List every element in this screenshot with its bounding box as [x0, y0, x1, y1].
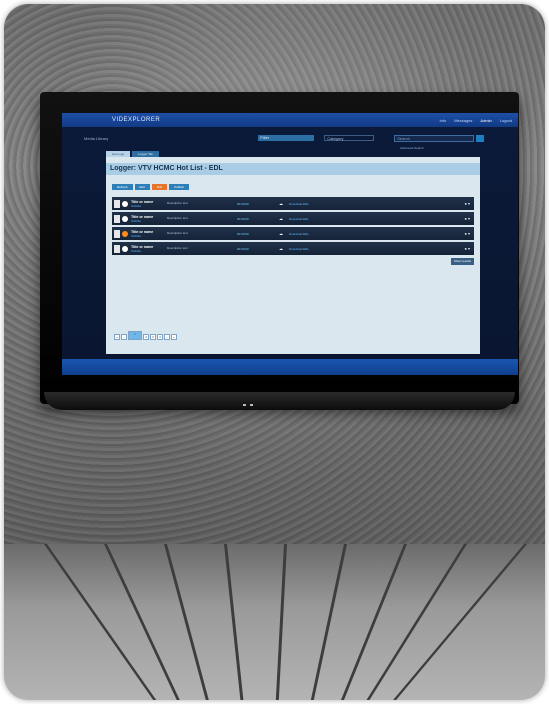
- floor-plank: [335, 544, 407, 700]
- status-dot-icon: [122, 230, 128, 237]
- row-subtitle: Subtitle: [131, 233, 142, 238]
- filter-select[interactable]: Filter: [258, 135, 315, 141]
- topbar-item-messages[interactable]: Messages: [454, 118, 472, 123]
- row-actions-icon[interactable]: ● ▾: [464, 216, 470, 221]
- publish-button[interactable]: Publish: [169, 184, 190, 190]
- row-timecode: 00:00:00: [237, 216, 249, 221]
- row-title-text: Title or name: [131, 199, 154, 204]
- floor-plank: [44, 544, 167, 700]
- download-link[interactable]: Download EDL: [289, 217, 309, 221]
- logger-panel: Logger: VTV HCMC Hot List - EDL Refresh …: [106, 157, 480, 354]
- page-first-button[interactable]: «: [114, 334, 120, 340]
- row-timecode: 00:00:00: [237, 246, 249, 251]
- floor-plank: [224, 544, 245, 700]
- page-button[interactable]: 2: [143, 334, 149, 340]
- thumbnail: [114, 214, 120, 223]
- cloud-icon[interactable]: ☁: [279, 201, 283, 206]
- row-actions-icon[interactable]: ● ▾: [464, 231, 470, 236]
- floor-plank: [104, 544, 187, 700]
- cloud-icon[interactable]: ☁: [279, 231, 283, 236]
- page-prev-button[interactable]: ‹: [121, 334, 127, 340]
- table-row[interactable]: Title or name Subtitle Description text 0…: [112, 227, 474, 240]
- toolbar: Refresh Edit Sort Publish: [112, 184, 191, 190]
- user-menu[interactable]: Admin: [480, 118, 491, 123]
- row-title: Title or name Subtitle: [131, 200, 161, 208]
- floor-plank: [307, 544, 347, 700]
- app-topbar: VIDEXPLORER Info Messages Admin Logout: [62, 113, 518, 127]
- download-link[interactable]: Download EDL: [289, 232, 309, 236]
- page-next-button[interactable]: ›: [164, 334, 170, 340]
- sort-button[interactable]: Sort: [151, 184, 168, 190]
- advanced-search-link[interactable]: Advanced Search: [400, 146, 424, 150]
- library-label: Media Library: [84, 135, 109, 141]
- row-timecode: 00:00:00: [237, 231, 249, 236]
- table-row[interactable]: Title or name Subtitle Description text 0…: [112, 197, 474, 210]
- page-current-button[interactable]: 1: [128, 331, 142, 340]
- app-brand: VIDEXPLORER: [112, 117, 161, 123]
- row-description: Description text: [167, 230, 188, 235]
- status-dot-icon: [122, 245, 128, 252]
- row-title-text: Title or name: [131, 214, 154, 219]
- page-title: Logger: VTV HCMC Hot List - EDL: [106, 163, 480, 175]
- row-description: Description text: [167, 215, 188, 220]
- row-title-text: Title or name: [131, 244, 154, 249]
- row-title: Title or name Subtitle: [131, 230, 161, 238]
- app-footer: [62, 359, 518, 375]
- row-timecode: 00:00:00: [237, 201, 249, 206]
- thumbnail: [114, 244, 120, 253]
- filter-bar: Media Library Filter Category Search: [62, 131, 518, 145]
- table-row[interactable]: Title or name Subtitle Description text 0…: [112, 212, 474, 225]
- thumbnail: [114, 229, 120, 238]
- row-subtitle: Subtitle: [131, 218, 142, 223]
- refresh-button[interactable]: Refresh: [112, 184, 133, 190]
- topbar-item-info[interactable]: Info: [440, 118, 447, 123]
- floor-plank: [381, 544, 527, 700]
- topbar-item-logout[interactable]: Logout: [500, 118, 512, 123]
- table-row[interactable]: Title or name Subtitle Description text 0…: [112, 242, 474, 255]
- row-actions-icon[interactable]: ● ▾: [464, 246, 470, 251]
- row-actions-icon[interactable]: ● ▾: [464, 201, 470, 206]
- tv-led-icon: [243, 404, 246, 406]
- row-title: Title or name Subtitle: [131, 245, 161, 253]
- row-title: Title or name Subtitle: [131, 215, 161, 223]
- thumbnail: [114, 199, 120, 208]
- floor-plank: [275, 544, 287, 700]
- download-link[interactable]: Download EDL: [289, 202, 309, 206]
- search-input[interactable]: Search: [394, 134, 475, 142]
- show-results-button[interactable]: Show results: [450, 258, 474, 265]
- page-button[interactable]: 4: [157, 334, 163, 340]
- cloud-icon[interactable]: ☁: [279, 246, 283, 251]
- tv-bottom-bezel: [44, 392, 515, 410]
- floor-plank: [164, 544, 213, 700]
- pagination: « ‹ 1 2 3 4 › »: [114, 331, 178, 340]
- search-button[interactable]: [476, 134, 485, 142]
- category-select[interactable]: Category: [324, 135, 375, 141]
- tv-led-icon: [250, 404, 253, 406]
- page-last-button[interactable]: »: [171, 334, 177, 340]
- row-description: Description text: [167, 245, 188, 250]
- edit-button[interactable]: Edit: [134, 184, 150, 190]
- page-button[interactable]: 3: [150, 334, 156, 340]
- cloud-icon[interactable]: ☁: [279, 216, 283, 221]
- download-link[interactable]: Download EDL: [289, 247, 309, 251]
- row-subtitle: Subtitle: [131, 248, 142, 253]
- wooden-floor: [4, 544, 545, 700]
- row-subtitle: Subtitle: [131, 203, 142, 208]
- row-title-text: Title or name: [131, 229, 154, 234]
- tv-screen: VIDEXPLORER Info Messages Admin Logout M…: [62, 113, 518, 375]
- status-dot-icon: [122, 200, 128, 207]
- row-description: Description text: [167, 200, 188, 205]
- status-dot-icon: [122, 215, 128, 222]
